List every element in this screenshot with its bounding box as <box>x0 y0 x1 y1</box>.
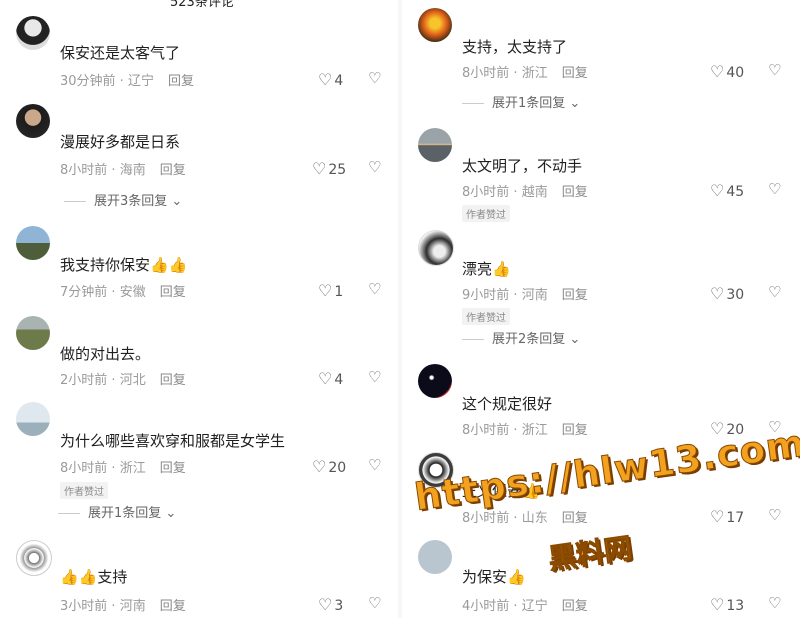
comment-column-left: 523条评论 保安还是太客气了 30分钟前 · 辽宁 回复 ♡ 4 ♡ 漫展好多都是… <box>0 0 400 618</box>
broken-heart-icon[interactable]: ♡ <box>768 594 781 612</box>
heart-outline-icon: ♡ <box>710 595 725 614</box>
expand-replies[interactable]: 展开1条回复 ⌄ <box>58 502 176 521</box>
comment-meta: 8小时前 · 浙江 回复 <box>60 461 186 476</box>
avatar[interactable] <box>418 230 454 266</box>
broken-heart-icon[interactable]: ♡ <box>368 69 381 87</box>
reply-button[interactable]: 回复 <box>562 288 588 303</box>
chevron-down-icon: ⌄ <box>161 506 177 521</box>
reply-button[interactable]: 回复 <box>562 185 588 200</box>
reply-button[interactable]: 回复 <box>160 163 186 178</box>
comment-column-right: 支持，太支持了 8小时前 · 浙江 回复 ♡ 40 ♡ 展开1条回复 ⌄ 太文明了，… <box>400 0 800 618</box>
avatar[interactable] <box>16 316 50 350</box>
comment-meta: 8小时前 · 海南 回复 <box>60 163 186 178</box>
avatar[interactable] <box>418 8 452 42</box>
comment-text: 支持，太支持了 <box>462 38 568 56</box>
avatar[interactable] <box>418 364 452 398</box>
expand-replies[interactable]: 展开2条回复 ⌄ <box>462 328 580 347</box>
heart-outline-icon: ♡ <box>710 284 725 303</box>
reply-button[interactable]: 回复 <box>562 599 588 614</box>
comment-meta: 9小时前 · 河南 回复 <box>462 288 588 303</box>
reply-button[interactable]: 回复 <box>562 66 588 81</box>
comment-meta: 7分钟前 · 安徽 回复 <box>60 285 186 300</box>
avatar[interactable] <box>16 16 50 50</box>
author-liked-badge: 作者赞过 <box>462 205 510 222</box>
comment-text: 漫展好多都是日系 <box>60 133 181 151</box>
like-button[interactable]: ♡ 25 <box>312 159 346 178</box>
reply-button[interactable]: 回复 <box>562 423 588 438</box>
chevron-down-icon: ⌄ <box>565 332 581 347</box>
comment-meta: 2小时前 · 河北 回复 <box>60 373 186 388</box>
like-button[interactable]: ♡ 40 <box>710 62 744 81</box>
comment-text: 为保安👍 <box>462 568 526 586</box>
avatar[interactable] <box>16 226 50 260</box>
like-button[interactable]: ♡ 45 <box>710 181 744 200</box>
comment-text: 太文明了，不动手 <box>462 157 583 175</box>
like-button[interactable]: ♡ 1 <box>318 281 343 300</box>
like-button[interactable]: ♡ 17 <box>710 507 744 526</box>
heart-outline-icon: ♡ <box>318 70 333 89</box>
broken-heart-icon[interactable]: ♡ <box>768 506 781 524</box>
comment-text: 为什么哪些喜欢穿和服都是女学生 <box>60 432 286 450</box>
broken-heart-icon[interactable]: ♡ <box>368 368 381 386</box>
comment-text: 漂亮👍 <box>462 260 511 278</box>
heart-outline-icon: ♡ <box>710 62 725 81</box>
reply-button[interactable]: 回复 <box>160 285 186 300</box>
avatar[interactable] <box>16 540 52 576</box>
comment-text: 保安还是太客气了 <box>60 44 181 62</box>
avatar[interactable] <box>418 128 452 162</box>
reply-button[interactable]: 回复 <box>168 74 194 89</box>
broken-heart-icon[interactable]: ♡ <box>368 280 381 298</box>
like-button[interactable]: ♡ 4 <box>318 369 343 388</box>
avatar[interactable] <box>418 540 452 574</box>
reply-button[interactable]: 回复 <box>160 461 186 476</box>
like-button[interactable]: ♡ 20 <box>312 457 346 476</box>
comment-meta: 8小时前 · 浙江 回复 <box>462 423 588 438</box>
reply-button[interactable]: 回复 <box>562 511 588 526</box>
broken-heart-icon[interactable]: ♡ <box>768 180 781 198</box>
chevron-down-icon: ⌄ <box>565 96 581 111</box>
reply-button[interactable]: 回复 <box>160 599 186 614</box>
avatar[interactable] <box>16 104 50 138</box>
heart-outline-icon: ♡ <box>710 507 725 526</box>
like-button[interactable]: ♡ 30 <box>710 284 744 303</box>
broken-heart-icon[interactable]: ♡ <box>768 61 781 79</box>
comment-meta: 30分钟前 · 辽宁 回复 <box>60 74 194 89</box>
comment-count: 523条评论 <box>170 0 234 10</box>
comment-text: 我支持你保安👍👍 <box>60 256 188 274</box>
heart-outline-icon: ♡ <box>318 595 333 614</box>
chevron-down-icon: ⌄ <box>167 194 183 209</box>
comment-meta: 8小时前 · 浙江 回复 <box>462 66 588 81</box>
author-liked-badge: 作者赞过 <box>60 482 108 499</box>
author-liked-badge: 作者赞过 <box>462 308 510 325</box>
like-button[interactable]: ♡ 3 <box>318 595 343 614</box>
heart-outline-icon: ♡ <box>312 159 327 178</box>
heart-outline-icon: ♡ <box>710 181 725 200</box>
broken-heart-icon[interactable]: ♡ <box>368 594 381 612</box>
reply-button[interactable]: 回复 <box>160 373 186 388</box>
comment-text: 👍👍支持 <box>60 568 128 586</box>
broken-heart-icon[interactable]: ♡ <box>368 456 381 474</box>
broken-heart-icon[interactable]: ♡ <box>368 158 381 176</box>
comment-text: 做的对出去。 <box>60 345 151 363</box>
heart-outline-icon: ♡ <box>318 281 333 300</box>
heart-outline-icon: ♡ <box>312 457 327 476</box>
heart-outline-icon: ♡ <box>318 369 333 388</box>
comment-text: 这个规定很好 <box>462 395 553 413</box>
comment-meta: 8小时前 · 越南 回复 <box>462 185 588 200</box>
comment-meta: 3小时前 · 河南 回复 <box>60 599 186 614</box>
expand-replies[interactable]: 展开1条回复 ⌄ <box>462 92 580 111</box>
like-button[interactable]: ♡ 4 <box>318 70 343 89</box>
avatar[interactable] <box>16 402 50 436</box>
broken-heart-icon[interactable]: ♡ <box>768 283 781 301</box>
comment-meta: 4小时前 · 辽宁 回复 <box>462 599 588 614</box>
like-button[interactable]: ♡ 13 <box>710 595 744 614</box>
expand-replies[interactable]: 展开3条回复 ⌄ <box>64 190 182 209</box>
